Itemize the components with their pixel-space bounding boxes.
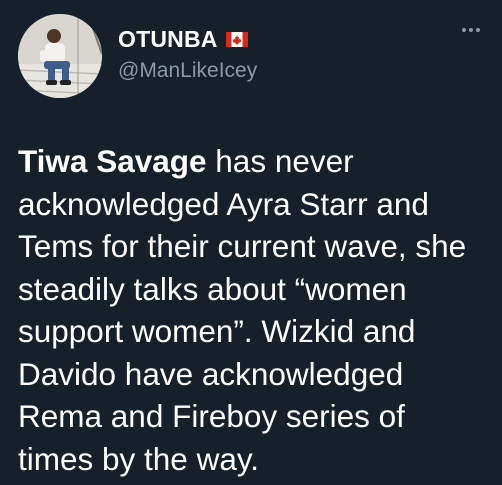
- tweet-card: OTUNBA @ManLikeIcey Tiwa Savage has neve…: [0, 0, 502, 485]
- avatar-image: [18, 14, 102, 98]
- tweet-text: Tiwa Savage has never acknowledged Ayra …: [18, 140, 488, 480]
- tweet-text-bold: Tiwa Savage: [18, 143, 207, 179]
- more-dot: [462, 28, 466, 32]
- user-handle[interactable]: @ManLikeIcey: [118, 59, 257, 83]
- tweet-text-body: has never acknowledged Ayra Starr and Te…: [18, 143, 467, 477]
- canada-flag-icon: [225, 32, 248, 47]
- more-options-icon[interactable]: [462, 28, 480, 32]
- tweet-header: OTUNBA @ManLikeIcey: [18, 14, 484, 98]
- display-name[interactable]: OTUNBA: [118, 26, 218, 53]
- more-dot: [476, 28, 480, 32]
- avatar[interactable]: [18, 14, 102, 98]
- user-names: OTUNBA @ManLikeIcey: [118, 26, 257, 83]
- more-dot: [469, 28, 473, 32]
- display-name-row: OTUNBA: [118, 26, 257, 53]
